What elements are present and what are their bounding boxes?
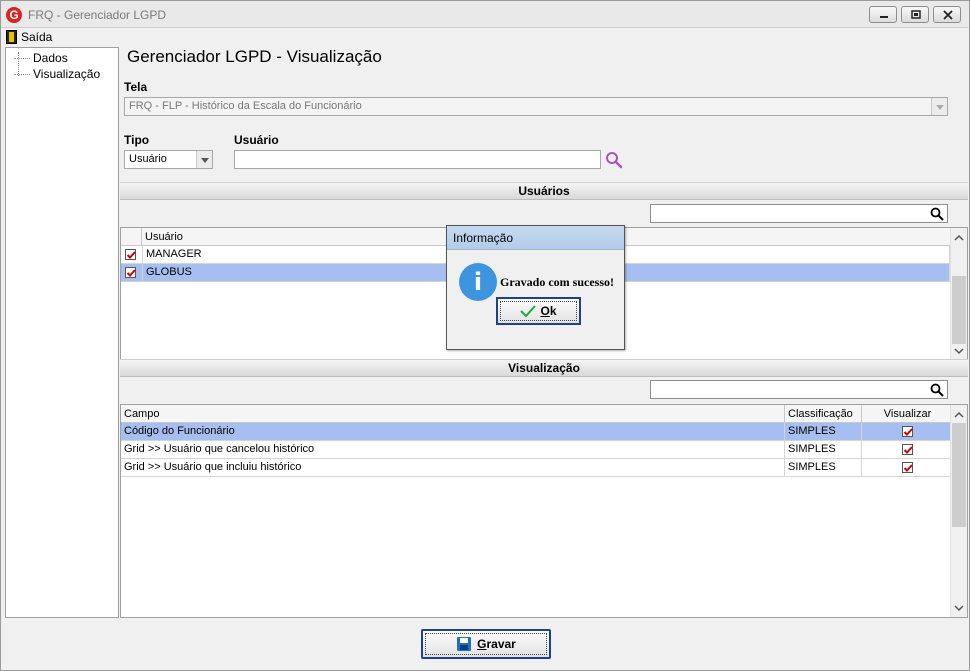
usuario-input[interactable] bbox=[234, 150, 601, 169]
scroll-up-icon[interactable] bbox=[951, 230, 967, 246]
visualizar-checkbox[interactable] bbox=[902, 426, 913, 437]
minimize-button[interactable] bbox=[869, 6, 897, 23]
exit-door-icon bbox=[6, 30, 17, 44]
visualizar-column-header[interactable]: Visualizar bbox=[862, 405, 950, 423]
chevron-down-icon bbox=[196, 151, 212, 168]
users-check-column-header bbox=[121, 228, 142, 246]
checkmark-icon bbox=[126, 269, 136, 277]
campo-cell: Código do Funcionário bbox=[121, 423, 785, 440]
restore-icon bbox=[911, 10, 921, 19]
info-icon: i bbox=[459, 263, 497, 301]
window-title: FRQ - Gerenciador LGPD bbox=[28, 8, 167, 22]
info-dialog: Informação i Gravado com sucesso! Ok bbox=[446, 225, 625, 350]
campo-cell: Grid >> Usuário que incluiu histórico bbox=[121, 459, 785, 476]
scroll-down-icon[interactable] bbox=[951, 343, 967, 359]
users-section-header: Usuários bbox=[120, 182, 968, 200]
table-row[interactable]: Código do Funcionário SIMPLES bbox=[121, 423, 950, 441]
classificacao-cell: SIMPLES bbox=[785, 459, 862, 476]
tipo-select-value: Usuário bbox=[129, 153, 167, 165]
scroll-thumb[interactable] bbox=[952, 276, 966, 344]
restore-button[interactable] bbox=[901, 6, 929, 23]
search-icon bbox=[930, 207, 944, 221]
title-bar: G FRQ - Gerenciador LGPD bbox=[1, 1, 969, 28]
search-user-icon[interactable] bbox=[605, 151, 623, 169]
tela-select-value: FRQ - FLP - Histórico da Escala do Funci… bbox=[129, 100, 362, 112]
scroll-up-icon[interactable] bbox=[951, 407, 967, 423]
classificacao-cell: SIMPLES bbox=[785, 441, 862, 458]
scroll-down-icon[interactable] bbox=[951, 600, 967, 616]
search-icon bbox=[930, 383, 944, 397]
dialog-message: Gravado com sucesso! bbox=[500, 275, 614, 289]
dialog-title: Informação bbox=[447, 226, 624, 250]
tree-item-label: Dados bbox=[33, 51, 68, 65]
table-row[interactable]: Grid >> Usuário que cancelou histórico S… bbox=[121, 441, 950, 459]
tree-item-label: Visualização bbox=[33, 67, 101, 81]
scroll-thumb[interactable] bbox=[952, 423, 966, 527]
navigation-tree: Dados Visualização bbox=[5, 47, 119, 618]
usuario-label: Usuário bbox=[234, 133, 279, 147]
checkmark-icon bbox=[903, 428, 913, 436]
campo-cell: Grid >> Usuário que cancelou histórico bbox=[121, 441, 785, 458]
visualizar-checkbox[interactable] bbox=[902, 462, 913, 473]
users-grid-scrollbar[interactable] bbox=[950, 228, 967, 359]
view-search-input[interactable] bbox=[650, 380, 948, 399]
menu-bar: Saída bbox=[1, 28, 969, 46]
focus-ring bbox=[425, 633, 547, 655]
focus-ring bbox=[500, 301, 577, 321]
user-checkbox[interactable] bbox=[125, 267, 136, 278]
tela-select[interactable]: FRQ - FLP - Histórico da Escala do Funci… bbox=[124, 97, 948, 116]
fields-grid-header: Campo Classificação Visualizar bbox=[121, 405, 950, 423]
users-search-input[interactable] bbox=[650, 204, 948, 223]
tree-item-dados[interactable]: Dados bbox=[6, 50, 68, 66]
view-section-header: Visualização bbox=[120, 359, 968, 377]
app-window: G FRQ - Gerenciador LGPD Saída Dados Vis… bbox=[0, 0, 970, 671]
campo-column-header[interactable]: Campo bbox=[121, 405, 785, 423]
close-window-button[interactable] bbox=[933, 6, 961, 23]
ok-button[interactable]: Ok bbox=[496, 297, 581, 325]
checkmark-icon bbox=[903, 464, 913, 472]
minimize-icon bbox=[880, 16, 888, 18]
user-checkbox[interactable] bbox=[125, 249, 136, 260]
page-title: Gerenciador LGPD - Visualização bbox=[127, 47, 382, 66]
chevron-down-icon bbox=[931, 98, 947, 115]
close-icon bbox=[943, 10, 953, 20]
tree-item-visualizacao[interactable]: Visualização bbox=[6, 66, 100, 82]
tipo-select[interactable]: Usuário bbox=[124, 150, 213, 169]
visualizar-checkbox[interactable] bbox=[902, 444, 913, 455]
fields-grid: Campo Classificação Visualizar Código do… bbox=[120, 404, 968, 618]
checkmark-icon bbox=[903, 446, 913, 454]
app-logo-icon: G bbox=[6, 7, 22, 23]
fields-grid-scrollbar[interactable] bbox=[950, 405, 967, 617]
exit-menu-label: Saída bbox=[21, 30, 53, 44]
checkmark-icon bbox=[126, 251, 136, 259]
table-row[interactable]: Grid >> Usuário que incluiu histórico SI… bbox=[121, 459, 950, 477]
tipo-label: Tipo bbox=[124, 133, 150, 147]
classificacao-column-header[interactable]: Classificação bbox=[785, 405, 862, 423]
tela-label: Tela bbox=[124, 80, 148, 94]
classificacao-cell: SIMPLES bbox=[785, 423, 862, 440]
exit-menu-item[interactable]: Saída bbox=[6, 29, 52, 45]
gravar-button[interactable]: Gravar bbox=[421, 629, 551, 659]
